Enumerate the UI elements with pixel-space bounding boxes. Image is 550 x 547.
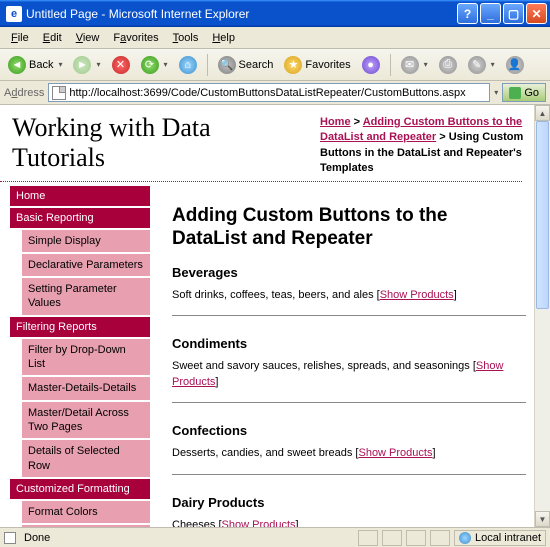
scroll-down-button[interactable]: ▼ bbox=[535, 511, 550, 527]
refresh-button[interactable]: ⟳ bbox=[137, 54, 172, 76]
sidebar-item[interactable]: Details of Selected Row bbox=[22, 440, 150, 479]
address-dropdown-icon[interactable]: ▾ bbox=[494, 88, 498, 97]
favorites-button[interactable]: ★Favorites bbox=[280, 54, 354, 76]
main-heading: Adding Custom Buttons to the DataList an… bbox=[172, 204, 526, 252]
page-icon bbox=[4, 532, 16, 544]
stop-icon: ✕ bbox=[112, 56, 130, 74]
refresh-icon: ⟳ bbox=[141, 56, 159, 74]
sidebar-section[interactable]: Basic Reporting bbox=[10, 208, 150, 230]
home-icon: ⌂ bbox=[179, 56, 197, 74]
edit-button[interactable]: ✎ bbox=[464, 54, 499, 76]
menu-edit[interactable]: Edit bbox=[36, 30, 69, 46]
media-icon: ● bbox=[362, 56, 380, 74]
separator bbox=[172, 474, 526, 475]
search-button[interactable]: 🔍Search bbox=[214, 54, 278, 76]
stop-button[interactable]: ✕ bbox=[108, 54, 134, 76]
page-icon bbox=[52, 86, 66, 100]
sidebar-section[interactable]: Home bbox=[10, 186, 150, 208]
category-heading: Confections bbox=[172, 423, 526, 438]
sidebar-item[interactable]: Custom Content in a GridView bbox=[22, 525, 150, 527]
sidebar-item[interactable]: Setting Parameter Values bbox=[22, 278, 150, 317]
menu-bar: File Edit View Favorites Tools Help bbox=[0, 27, 550, 49]
category-heading: Beverages bbox=[172, 265, 526, 280]
status-bar: Done Local intranet bbox=[0, 527, 550, 547]
sidebar-item[interactable]: Format Colors bbox=[22, 501, 150, 525]
messenger-button[interactable]: 👤 bbox=[502, 54, 528, 76]
main-content: Adding Custom Buttons to the DataList an… bbox=[160, 182, 534, 527]
show-products-link[interactable]: Show Products bbox=[172, 360, 503, 387]
sidebar-item[interactable]: Simple Display bbox=[22, 230, 150, 254]
edit-icon: ✎ bbox=[468, 56, 486, 74]
page-title: Working with Data Tutorials bbox=[0, 105, 320, 179]
breadcrumb: Home > Adding Custom Buttons to the Data… bbox=[320, 105, 534, 181]
media-button[interactable]: ● bbox=[358, 54, 384, 76]
print-icon: ⎙ bbox=[439, 56, 457, 74]
menu-help[interactable]: Help bbox=[205, 30, 242, 46]
window-titlebar: e Untitled Page - Microsoft Internet Exp… bbox=[0, 0, 550, 27]
history-button[interactable]: ✉ bbox=[397, 54, 432, 76]
status-text: Done bbox=[24, 532, 50, 544]
menu-file[interactable]: File bbox=[4, 30, 36, 46]
scroll-up-button[interactable]: ▲ bbox=[535, 105, 550, 121]
address-input[interactable]: http://localhost:3699/Code/CustomButtons… bbox=[48, 83, 490, 102]
category-description: Soft drinks, coffees, teas, beers, and a… bbox=[172, 288, 526, 303]
category-heading: Dairy Products bbox=[172, 495, 526, 510]
search-icon: 🔍 bbox=[218, 56, 236, 74]
scroll-thumb[interactable] bbox=[536, 121, 549, 309]
category-description: Desserts, candies, and sweet breads [Sho… bbox=[172, 446, 526, 461]
help-button[interactable]: ? bbox=[457, 3, 478, 24]
breadcrumb-home[interactable]: Home bbox=[320, 116, 351, 128]
vertical-scrollbar[interactable]: ▲ ▼ bbox=[534, 105, 550, 527]
separator bbox=[207, 54, 208, 76]
status-segment bbox=[406, 530, 426, 546]
menu-favorites[interactable]: Favorites bbox=[106, 30, 165, 46]
forward-icon: ► bbox=[73, 56, 91, 74]
menu-view[interactable]: View bbox=[69, 30, 107, 46]
show-products-link[interactable]: Show Products bbox=[380, 289, 454, 301]
close-button[interactable]: ✕ bbox=[526, 3, 547, 24]
home-button[interactable]: ⌂ bbox=[175, 54, 201, 76]
category-description: Sweet and savory sauces, relishes, sprea… bbox=[172, 359, 526, 390]
separator bbox=[390, 54, 391, 76]
address-label: Address bbox=[4, 87, 44, 99]
forward-button: ► bbox=[69, 54, 104, 76]
show-products-link[interactable]: Show Products bbox=[222, 519, 296, 527]
print-button[interactable]: ⎙ bbox=[435, 54, 461, 76]
status-segment bbox=[382, 530, 402, 546]
address-bar: Address http://localhost:3699/Code/Custo… bbox=[0, 81, 550, 105]
browser-viewport: Working with Data Tutorials Home > Addin… bbox=[0, 105, 550, 527]
toolbar: ◄Back ► ✕ ⟳ ⌂ 🔍Search ★Favorites ● ✉ ⎙ ✎… bbox=[0, 49, 550, 81]
back-icon: ◄ bbox=[8, 56, 26, 74]
sidebar-item[interactable]: Declarative Parameters bbox=[22, 254, 150, 278]
maximize-button[interactable]: ▢ bbox=[503, 3, 524, 24]
menu-tools[interactable]: Tools bbox=[166, 30, 206, 46]
separator bbox=[172, 315, 526, 316]
sidebar-item[interactable]: Filter by Drop-Down List bbox=[22, 339, 150, 378]
status-segment bbox=[430, 530, 450, 546]
minimize-button[interactable]: _ bbox=[480, 3, 501, 24]
ie-icon: e bbox=[6, 6, 22, 22]
sidebar-section[interactable]: Filtering Reports bbox=[10, 317, 150, 339]
sidebar-item[interactable]: Master/Detail Across Two Pages bbox=[22, 402, 150, 441]
back-button[interactable]: ◄Back bbox=[4, 54, 66, 76]
show-products-link[interactable]: Show Products bbox=[358, 447, 432, 459]
separator bbox=[172, 402, 526, 403]
sidebar-item[interactable]: Master-Details-Details bbox=[22, 377, 150, 401]
status-segment bbox=[358, 530, 378, 546]
sidebar-nav: HomeBasic ReportingSimple DisplayDeclara… bbox=[0, 182, 160, 527]
window-title: Untitled Page - Microsoft Internet Explo… bbox=[26, 7, 457, 21]
messenger-icon: 👤 bbox=[506, 56, 524, 74]
category-heading: Condiments bbox=[172, 336, 526, 351]
sidebar-section[interactable]: Customized Formatting bbox=[10, 479, 150, 501]
history-icon: ✉ bbox=[401, 56, 419, 74]
security-zone: Local intranet bbox=[454, 530, 546, 546]
go-button[interactable]: Go bbox=[502, 83, 546, 102]
category-description: Cheeses [Show Products] bbox=[172, 518, 526, 527]
zone-icon bbox=[459, 532, 471, 544]
favorites-icon: ★ bbox=[284, 56, 302, 74]
